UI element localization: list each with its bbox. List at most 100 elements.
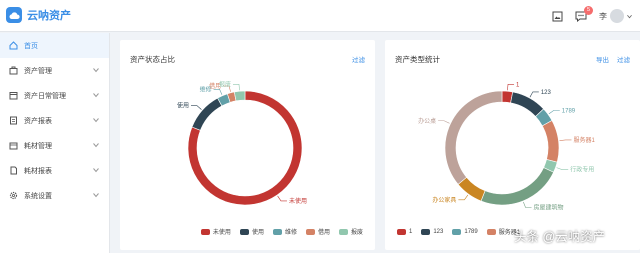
image-icon[interactable] [551,10,563,22]
message-icon[interactable]: 5 [575,6,593,22]
slice-label: 报废 [219,80,231,88]
donut-slice[interactable] [510,91,544,117]
user-name: 李 [599,11,607,21]
legend-item[interactable]: 报废 [338,227,363,236]
label-leader-line [559,139,572,142]
label-leader-line [556,167,569,170]
label-leader-line [529,91,539,98]
legend-label: 未使用 [212,230,231,236]
donut-slice[interactable] [541,120,560,163]
sidebar: 首页 资产管理 资产日常管理 资产报表 耗材管理 耗材报表 系统设置 [0,33,110,253]
donut-slice[interactable] [444,90,503,185]
legend-label: 1789 [464,228,478,235]
legend-item[interactable]: 123 [421,227,443,236]
asset-type-card: 资产类型统计 导出 过滤 1 123 1789 服务器1 行政专用 房屋建筑物 办公家具 办公… [385,40,640,250]
donut-slice[interactable] [191,97,223,131]
label-leader-line [277,195,287,202]
legend-label: 1 [409,228,413,235]
legend-swatch [421,228,431,235]
legend-item[interactable]: 维修 [272,227,297,236]
notification-badge: 5 [584,6,593,15]
legend-item[interactable]: 借用 [305,227,330,236]
slice-label: 办公家具 [432,196,456,204]
slice-label: 服务器1 [573,136,595,144]
home-icon [8,41,18,51]
slice-label: 行政专用 [570,166,594,174]
legend-label: 借用 [317,230,330,236]
label-leader-line [507,83,515,91]
watermark-text: 头条 @云呐资产 [514,230,606,244]
user-menu[interactable]: 李 [599,9,632,23]
legend-item[interactable]: 未使用 [200,227,231,236]
donut-slice[interactable] [233,90,246,102]
chart-legend: 1 123 1789 服务器1 [397,227,520,236]
slice-label: 使用 [177,102,189,110]
legend-item[interactable]: 1789 [452,227,478,236]
legend-swatch [200,228,210,235]
briefcase-icon [8,66,18,76]
label-leader-line [438,120,450,124]
asset-status-donut-chart: 未使用使用维修借用报废 [177,80,307,206]
legend-swatch [239,228,249,235]
top-bar: 云呐资产 5 李 [0,0,640,32]
sidebar-item-label: 系统设置 [24,192,52,200]
chevron-down-icon [93,68,99,73]
sidebar-item-label: 耗材报表 [24,167,52,175]
chevron-down-icon [93,193,99,198]
legend-label: 使用 [251,230,264,236]
chart-legend: 未使用 使用 维修 借用 报废 [200,227,363,236]
chevron-down-icon [627,14,632,18]
legend-swatch [338,228,348,235]
label-leader-line [458,194,469,201]
label-leader-line [523,201,532,208]
asset-status-card: 资产状态占比 过滤 未使用 使用 维修 借用 报废 未使用 使用 维修 借用 报废 [120,40,375,250]
slice-label: 房屋建筑物 [534,204,564,212]
legend-label: 123 [433,228,444,235]
legend-label: 报废 [350,230,363,236]
document-icon [8,166,18,176]
sidebar-item-asset-management[interactable]: 资产管理 [0,58,109,83]
sidebar-item-consumables-reports[interactable]: 耗材报表 [0,158,109,183]
sidebar-item-label: 耗材管理 [24,142,52,150]
box-icon [8,141,18,151]
chevron-down-icon [93,143,99,148]
sidebar-item-asset-daily-management[interactable]: 资产日常管理 [0,83,109,108]
sidebar-item-consumables-management[interactable]: 耗材管理 [0,133,109,158]
slice-label: 1 [516,82,520,88]
sidebar-item-home[interactable]: 首页 [0,33,109,58]
label-leader-line [548,110,560,115]
sidebar-item-system-settings[interactable]: 系统设置 [0,183,109,208]
app-logo[interactable]: 云呐资产 [6,7,71,23]
donut-slice[interactable] [480,167,554,206]
sidebar-item-asset-reports[interactable]: 资产报表 [0,108,109,133]
asset-type-donut-chart: 1 123 1789 服务器1 行政专用房屋建筑物 办公家具 办公桌 [418,82,595,212]
slice-label: 办公桌 [418,117,436,125]
legend-swatch [305,228,315,235]
sidebar-item-label: 资产日常管理 [24,92,66,100]
legend-item[interactable]: 使用 [239,227,264,236]
label-leader-line [190,105,202,110]
report-icon [8,116,18,126]
chevron-down-icon [93,93,99,98]
legend-swatch [452,228,462,235]
sidebar-item-label: 首页 [24,42,38,50]
chevron-down-icon [93,168,99,173]
legend-label: 维修 [284,230,297,236]
legend-swatch [397,228,406,235]
slice-label: 1789 [562,108,576,114]
avatar [610,9,624,23]
sidebar-item-label: 资产报表 [24,117,52,125]
legend-item[interactable]: 1 [397,227,412,236]
cloud-logo-icon [6,7,22,23]
gear-icon [8,191,18,201]
label-leader-line [232,83,240,91]
label-leader-line [213,88,223,95]
sidebar-item-label: 资产管理 [24,67,52,75]
legend-swatch [486,228,496,235]
slice-label: 123 [541,90,552,96]
calendar-icon [8,91,18,101]
app-title: 云呐资产 [27,10,71,22]
legend-swatch [272,228,282,235]
slice-label: 未使用 [289,197,307,205]
chevron-down-icon [93,118,99,123]
